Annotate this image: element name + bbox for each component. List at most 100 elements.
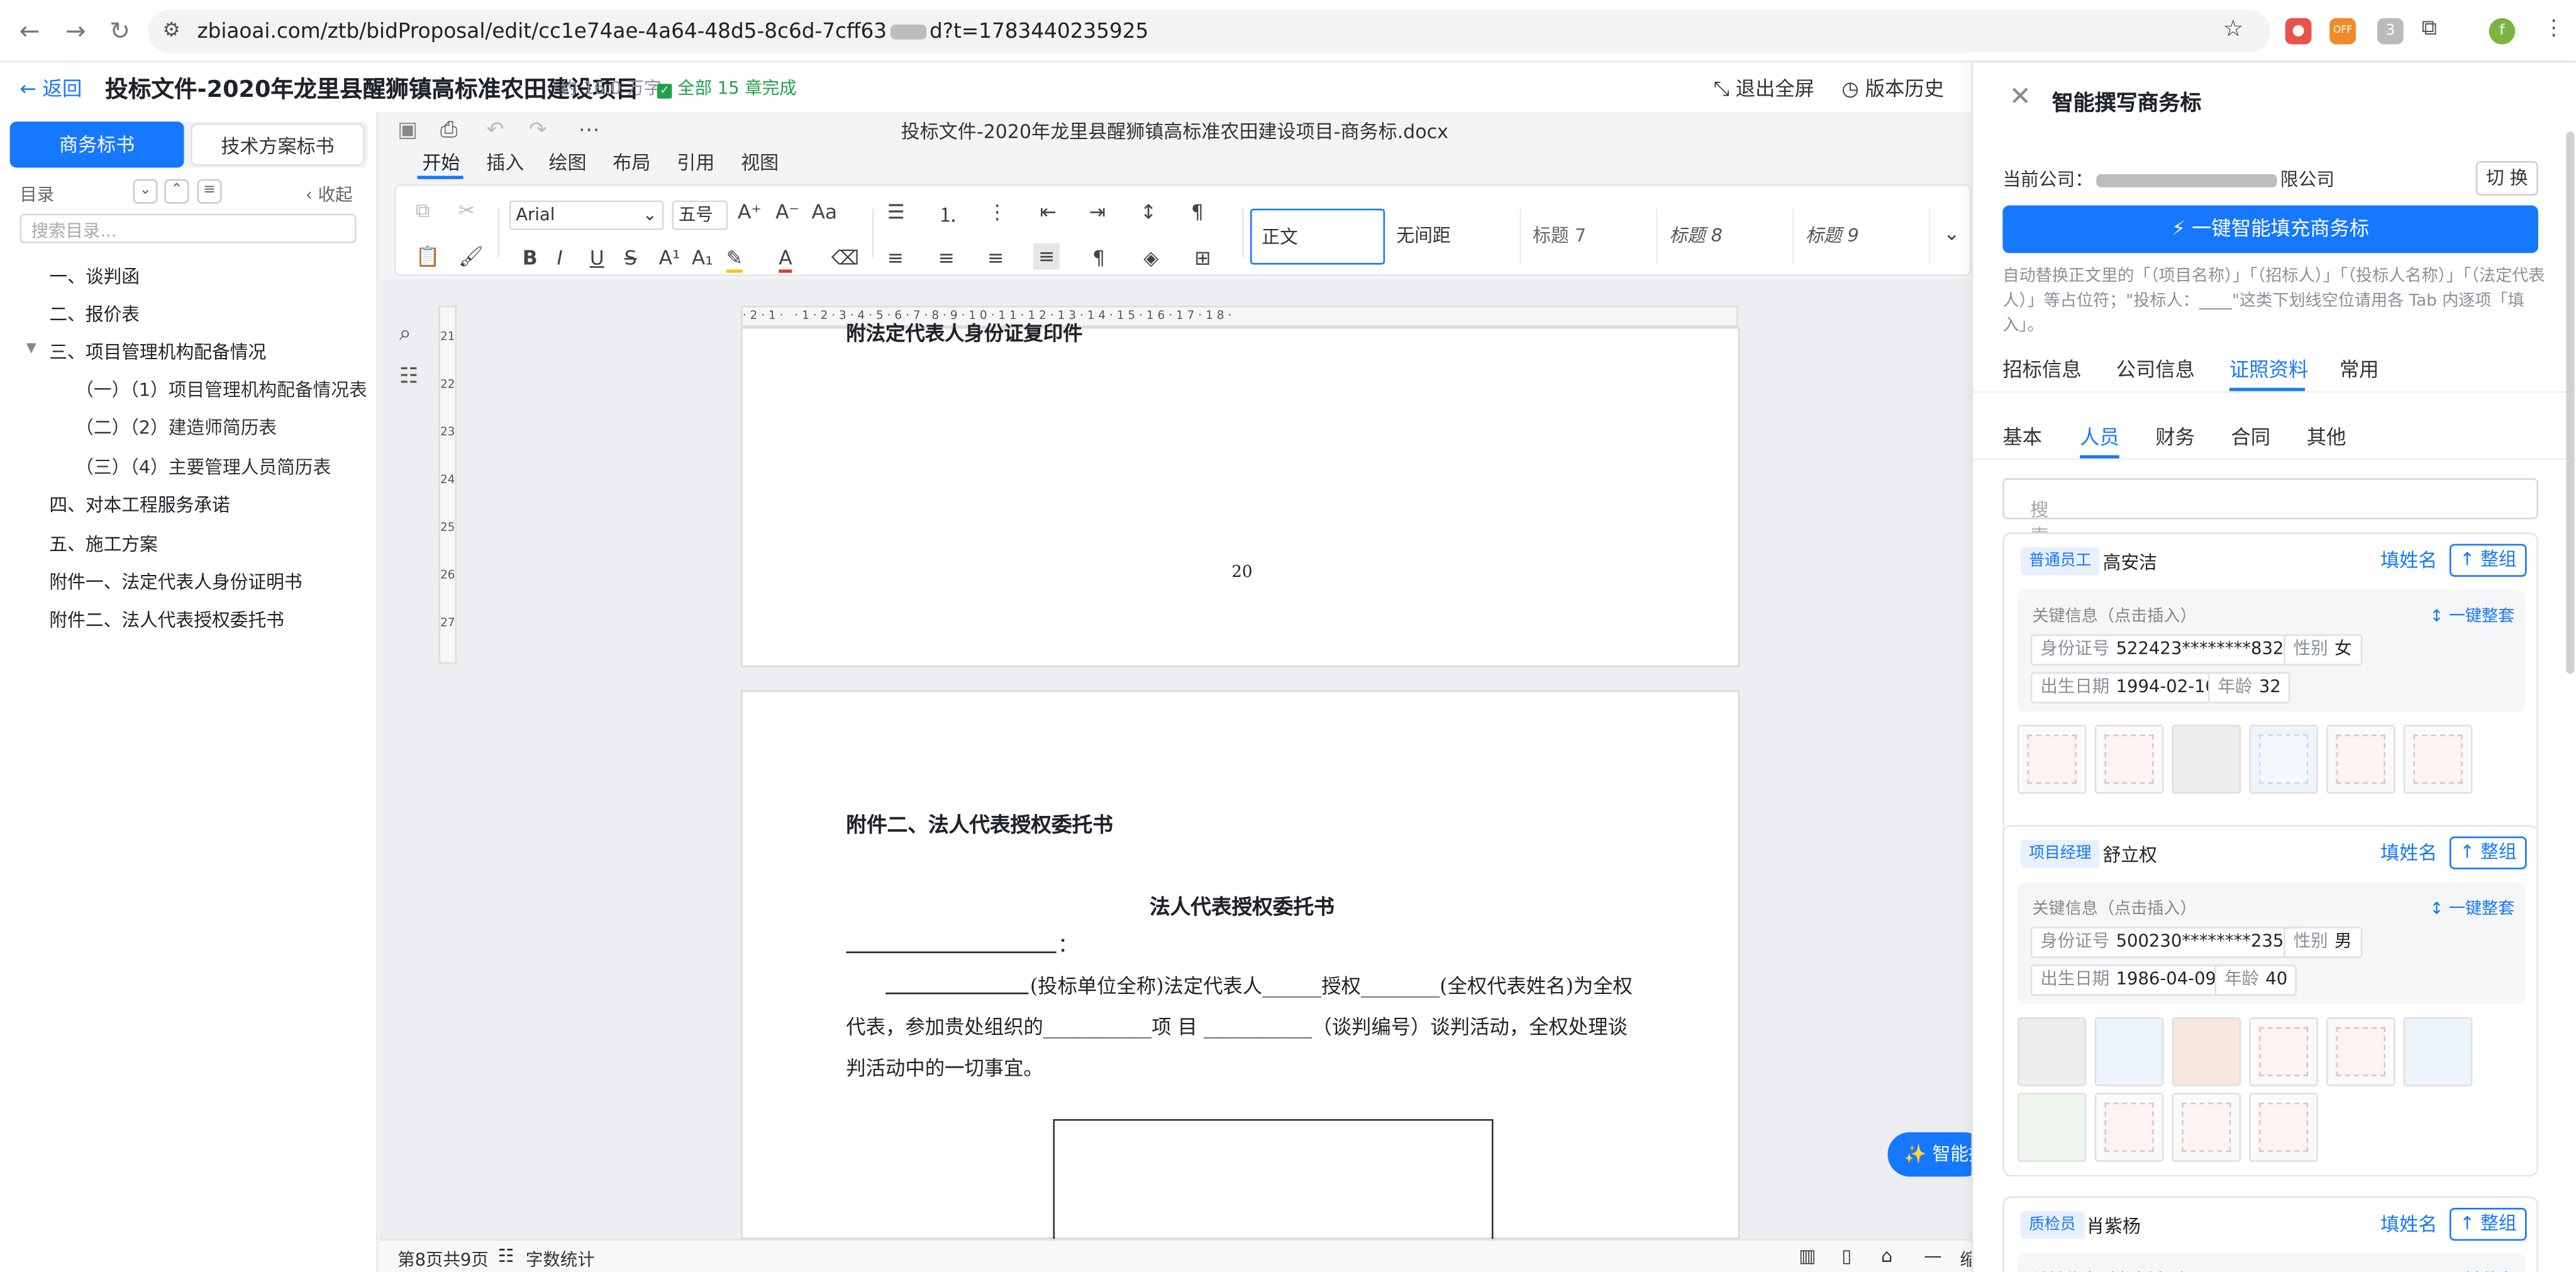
vertical-ruler[interactable]: 21 22 23 24 25 26 27 <box>438 305 457 664</box>
gender-field[interactable]: 性别男 <box>2284 927 2362 958</box>
switch-company-button[interactable]: 切 换 <box>2475 161 2538 196</box>
fill-name-button[interactable]: 填姓名 <box>2380 1211 2437 1237</box>
numbered-list-icon[interactable]: ⒈ <box>938 201 958 228</box>
clear-format-icon[interactable]: ⌫ <box>831 247 859 270</box>
toc-item[interactable]: 四、对本工程服务承诺 <box>49 491 230 518</box>
chevron-down-icon[interactable]: ⌄ <box>133 179 158 204</box>
tab-tender-info[interactable]: 招标信息 <box>2002 355 2081 382</box>
superscript-icon[interactable]: A¹ <box>659 247 680 270</box>
outdent-icon[interactable]: ⇤ <box>1040 201 1057 224</box>
age-field[interactable]: 年龄 40 <box>2214 964 2297 996</box>
justify-icon[interactable]: ≡ <box>1033 243 1060 270</box>
panel-scrollbar[interactable] <box>2566 131 2575 674</box>
organize-button[interactable]: ↕ 一键整套 <box>2430 601 2515 627</box>
style-heading-8[interactable]: 标题 8 <box>1659 208 1794 265</box>
address-bar[interactable]: ⚙ zbiaoai.com/ztb/bidProposal/edit/cc1e7… <box>148 9 2271 53</box>
subtab-other[interactable]: 其他 <box>2307 422 2346 450</box>
site-info-icon[interactable]: ⚙ <box>163 18 180 42</box>
attachment-thumbnail[interactable] <box>2326 1017 2396 1086</box>
fill-name-button[interactable]: 填姓名 <box>2380 840 2437 866</box>
menu-tab-references[interactable]: 引用 <box>677 150 714 176</box>
paragraph-settings-icon[interactable]: ¶ <box>1092 247 1105 270</box>
line-spacing-icon[interactable]: ↕ <box>1140 201 1157 224</box>
version-history-button[interactable]: ◷ 版本历史 <box>1841 74 1944 102</box>
zoom-out-icon[interactable]: — <box>1924 1246 1942 1267</box>
word-count-button[interactable]: 字数统计 <box>526 1247 595 1272</box>
subtab-contract[interactable]: 合同 <box>2231 422 2270 450</box>
borders-icon[interactable]: ⊞ <box>1194 247 1211 270</box>
align-left-icon[interactable]: ≡ <box>887 247 904 270</box>
change-case-icon[interactable]: Aa <box>811 201 837 224</box>
fill-group-button[interactable]: ↑ 整组 <box>2449 1208 2527 1241</box>
attachment-thumbnail[interactable] <box>2172 1017 2241 1086</box>
attachment-thumbnail[interactable] <box>2094 725 2164 794</box>
back-arrow-icon[interactable]: ← <box>13 15 46 48</box>
attachment-thumbnail[interactable] <box>2017 1017 2087 1086</box>
style-no-spacing[interactable]: 无间距 <box>1387 208 1521 265</box>
fill-group-button[interactable]: ↑ 整组 <box>2449 836 2527 869</box>
paragraph-mark-icon[interactable]: ¶ <box>1191 201 1204 224</box>
menu-tab-layout[interactable]: 布局 <box>613 150 650 176</box>
underline-icon[interactable]: U <box>590 247 604 270</box>
document-page[interactable]: 附件二、法人代表授权委托书 法人代表授权委托书 ： (投标单位全称)法定代表人_… <box>741 690 1740 1251</box>
paste-icon[interactable]: 📋 <box>416 245 440 268</box>
chevron-up-icon[interactable]: ⌃ <box>164 179 189 204</box>
attachment-thumbnail[interactable] <box>2017 725 2087 794</box>
gender-field[interactable]: 性别女 <box>2284 634 2362 666</box>
organize-button[interactable]: ↕ 一键整套 <box>2430 894 2515 919</box>
extension-off-icon[interactable]: OFF <box>2329 18 2356 45</box>
strikethrough-icon[interactable]: S <box>625 247 637 270</box>
toc-item[interactable]: 五、施工方案 <box>49 531 157 557</box>
collapse-button[interactable]: ‹ 收起 <box>306 182 353 207</box>
style-heading-7[interactable]: 标题 7 <box>1523 208 1658 265</box>
align-right-icon[interactable]: ≡ <box>987 247 1004 270</box>
tab-business-bid[interactable]: 商务标书 <box>9 121 184 168</box>
extension-count-icon[interactable]: 3 <box>2377 18 2404 45</box>
toc-item[interactable]: 二、报价表 <box>49 301 140 327</box>
bold-icon[interactable]: B <box>523 247 538 270</box>
expand-caret-icon[interactable]: ▼ <box>26 340 36 355</box>
extension-icon[interactable]: ● <box>2285 18 2312 45</box>
attachment-thumbnail[interactable] <box>2326 725 2396 794</box>
multilevel-list-icon[interactable]: ⋮ <box>987 201 1007 224</box>
birth-date-field[interactable]: 出生日期 1994-02-10 <box>2030 672 2226 704</box>
reload-icon[interactable]: ↻ <box>104 15 136 48</box>
age-field[interactable]: 年龄 32 <box>2207 672 2291 704</box>
search-icon[interactable]: ⌕ <box>399 322 411 347</box>
subtab-finance[interactable]: 财务 <box>2155 422 2195 450</box>
attachment-thumbnail[interactable] <box>2403 1017 2473 1086</box>
toc-search-input[interactable]: 搜索目录... <box>19 213 357 243</box>
copy-icon[interactable]: ⧉ <box>416 199 430 223</box>
menu-tab-draw[interactable]: 绘图 <box>548 150 586 176</box>
toc-item[interactable]: 附件一、法定代表人身份证明书 <box>49 569 302 595</box>
style-normal[interactable]: 正文 <box>1250 208 1385 265</box>
toc-item[interactable]: （一）（1）项目管理机构配备情况表 <box>75 376 367 403</box>
increase-font-icon[interactable]: A⁺ <box>738 201 762 224</box>
italic-icon[interactable]: I <box>557 247 563 270</box>
font-color-icon[interactable]: A <box>779 247 792 273</box>
tab-licenses[interactable]: 证照资料 <box>2229 355 2308 382</box>
styles-expand-icon[interactable]: ⌄ <box>1943 222 1960 245</box>
align-center-icon[interactable]: ≡ <box>938 247 955 270</box>
menu-tab-view[interactable]: 视图 <box>741 150 779 176</box>
cut-icon[interactable]: ✂ <box>458 199 475 222</box>
format-painter-icon[interactable]: 🖌 <box>458 245 484 268</box>
attachment-thumbnail[interactable] <box>2249 1093 2318 1162</box>
attachment-thumbnail[interactable] <box>2403 725 2473 794</box>
indent-icon[interactable]: ⇥ <box>1089 201 1106 224</box>
attachment-thumbnail[interactable] <box>2017 1093 2087 1162</box>
view-mode-icon[interactable]: ▥ <box>1799 1246 1816 1267</box>
shading-icon[interactable]: ◈ <box>1143 247 1158 270</box>
extensions-puzzle-icon[interactable]: ⧉ <box>2421 16 2436 41</box>
fill-name-button[interactable]: 填姓名 <box>2380 547 2437 574</box>
tab-common[interactable]: 常用 <box>2340 355 2379 382</box>
attachment-thumbnail[interactable] <box>2094 1093 2164 1162</box>
toc-item[interactable]: （三）（4）主要管理人员简历表 <box>75 454 331 480</box>
toc-item[interactable]: 一、谈判函 <box>49 263 140 289</box>
profile-avatar[interactable]: f <box>2489 18 2516 45</box>
highlight-icon[interactable]: ✎ <box>726 247 743 273</box>
toc-item[interactable]: 附件二、法人代表授权委托书 <box>49 606 284 633</box>
material-search-input[interactable]: ⌕ 搜索资料名称 / 附件 <box>2002 478 2538 727</box>
tab-tech-bid[interactable]: 技术方案标书 <box>191 123 365 166</box>
browser-menu-icon[interactable]: ⋮ <box>2543 16 2565 41</box>
